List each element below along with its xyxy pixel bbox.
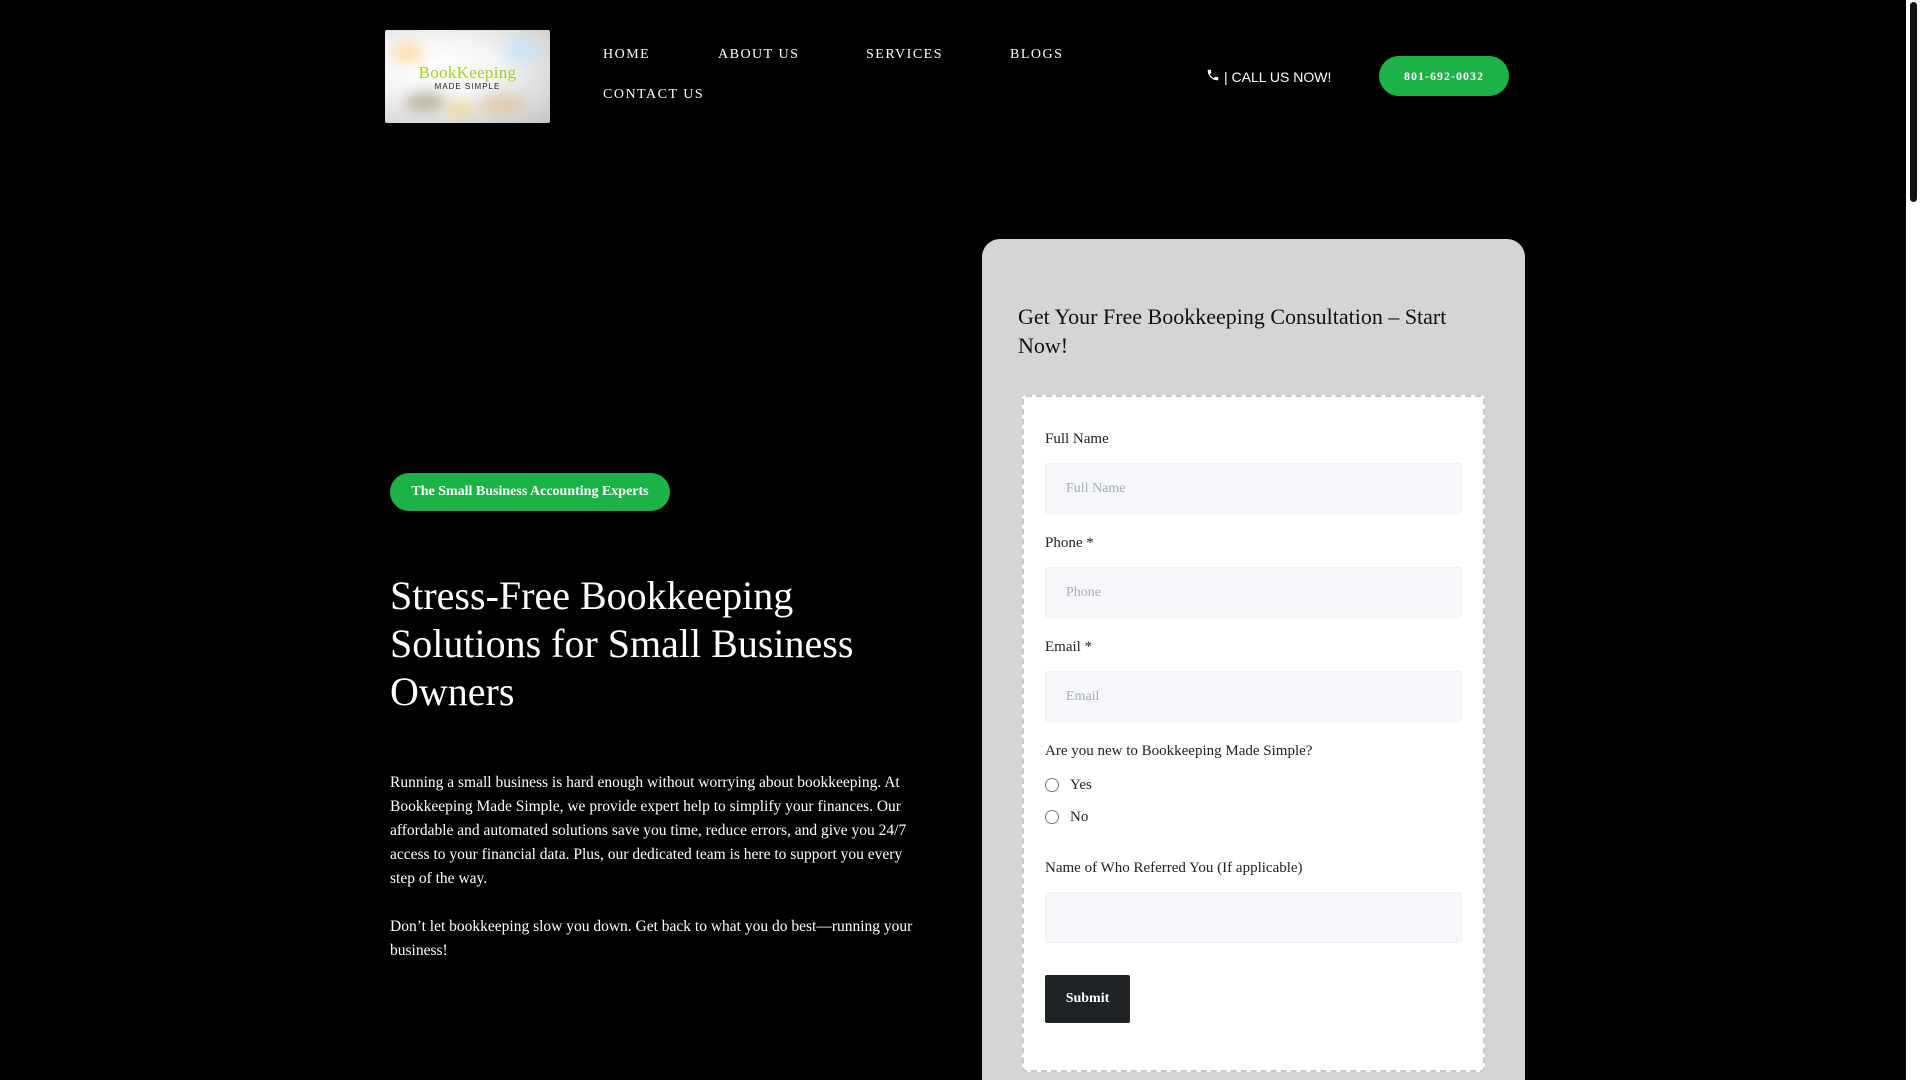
- nav-contact-us[interactable]: CONTACT US: [603, 87, 704, 103]
- call-us-text: | CALL US NOW!: [1224, 68, 1332, 85]
- submit-button[interactable]: Submit: [1045, 975, 1130, 1023]
- logo-subtitle: MADE SIMPLE: [434, 82, 501, 91]
- page: BookKeeping MADE SIMPLE HOME ABOUT US SE…: [0, 0, 1920, 1080]
- new-customer-question: Are you new to Bookkeeping Made Simple?: [1045, 743, 1313, 759]
- phone-icon: [1206, 68, 1220, 85]
- email-input[interactable]: [1045, 671, 1462, 722]
- logo-decoration: [505, 38, 539, 64]
- logo-decoration: [445, 100, 475, 118]
- nav-about-us[interactable]: ABOUT US: [718, 47, 799, 63]
- phone-label: Phone *: [1045, 535, 1094, 551]
- form-title: Get Your Free Bookkeeping Consultation –…: [1018, 304, 1447, 358]
- radio-no[interactable]: [1045, 810, 1059, 824]
- tagline-badge: The Small Business Accounting Experts: [390, 473, 670, 511]
- referral-label: Name of Who Referred You (If applicable): [1045, 860, 1303, 876]
- logo-decoration: [480, 94, 525, 116]
- full-name-label: Full Name: [1045, 431, 1109, 447]
- referral-input[interactable]: [1045, 892, 1462, 943]
- hero-title: Stress-Free Bookkeeping Solutions for Sm…: [390, 573, 854, 714]
- hero-paragraph: Running a small business is hard enough …: [390, 774, 907, 887]
- logo-decoration: [393, 42, 423, 64]
- call-us-now[interactable]: | CALL US NOW!: [1206, 68, 1331, 85]
- phone-number-button[interactable]: 801-692-0032: [1379, 56, 1509, 96]
- hero-paragraph: Don’t let bookkeeping slow you down. Get…: [390, 918, 913, 959]
- nav-home[interactable]: HOME: [603, 47, 650, 63]
- phone-input[interactable]: [1045, 567, 1462, 618]
- site-logo[interactable]: BookKeeping MADE SIMPLE: [385, 30, 550, 123]
- logo-decoration: [405, 92, 445, 112]
- logo-title: BookKeeping: [418, 63, 517, 82]
- scrollbar-thumb[interactable]: [1910, 2, 1917, 202]
- radio-yes-label[interactable]: Yes: [1070, 777, 1092, 794]
- nav-services[interactable]: SERVICES: [866, 47, 943, 63]
- nav-blogs[interactable]: BLOGS: [1010, 47, 1063, 63]
- radio-yes[interactable]: [1045, 778, 1059, 792]
- radio-no-label[interactable]: No: [1070, 809, 1088, 826]
- email-label: Email *: [1045, 639, 1093, 655]
- full-name-input[interactable]: [1045, 463, 1462, 514]
